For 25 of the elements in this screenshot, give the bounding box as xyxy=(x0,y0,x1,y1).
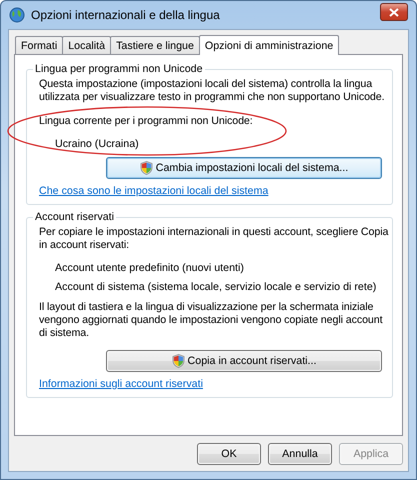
description-text: Lingua corrente per i programmi non Unicode: xyxy=(39,115,254,128)
dialog-button[interactable]: OK xyxy=(197,443,261,465)
shield-button[interactable]: Cambia impostazioni locali del sistema... xyxy=(106,157,382,179)
tab[interactable]: Località xyxy=(62,36,112,54)
close-icon xyxy=(389,8,399,16)
description-text: Il layout di tastiera e la lingua di visualizzazione per la schermata iniziale vengono aggiornati quando le impostazioni vengono copiate negli account di sistema. xyxy=(39,301,384,340)
shield-icon xyxy=(140,161,153,175)
dialog-button[interactable]: Annulla xyxy=(268,443,332,465)
shield-button[interactable]: Copia in account riservati... xyxy=(106,350,382,372)
group-title: Lingua per programmi non Unicode xyxy=(34,63,204,75)
shield-icon xyxy=(172,354,185,368)
help-link[interactable]: Informazioni sugli account riservati xyxy=(39,378,203,391)
tab[interactable]: Formati xyxy=(15,36,64,54)
help-link[interactable]: Che cosa sono le impostazioni locali del sistema xyxy=(39,185,268,198)
globe-icon xyxy=(9,7,25,23)
value-text: Ucraino (Ucraina) xyxy=(55,138,140,151)
close-button[interactable] xyxy=(380,3,408,21)
tab[interactable]: Tastiere e lingue xyxy=(110,36,200,54)
group-title: Account riservati xyxy=(34,211,115,223)
tab[interactable]: Opzioni di amministrazione xyxy=(198,35,340,55)
window-title: Opzioni internazionali e della lingua xyxy=(31,8,221,22)
description-text: Per copiare le impostazioni internazionali in questi account, scegliere Copia in account riservati: xyxy=(39,226,390,252)
value-text: Account utente predefinito (nuovi utenti) xyxy=(55,262,245,275)
value-text: Account di sistema (sistema locale, servizio locale e servizio di rete) xyxy=(55,281,378,294)
description-text: Questa impostazione (impostazioni locali del sistema) controlla la lingua utilizzata per visualizzare testo in programmi che non supportano Unicode. xyxy=(39,78,386,104)
